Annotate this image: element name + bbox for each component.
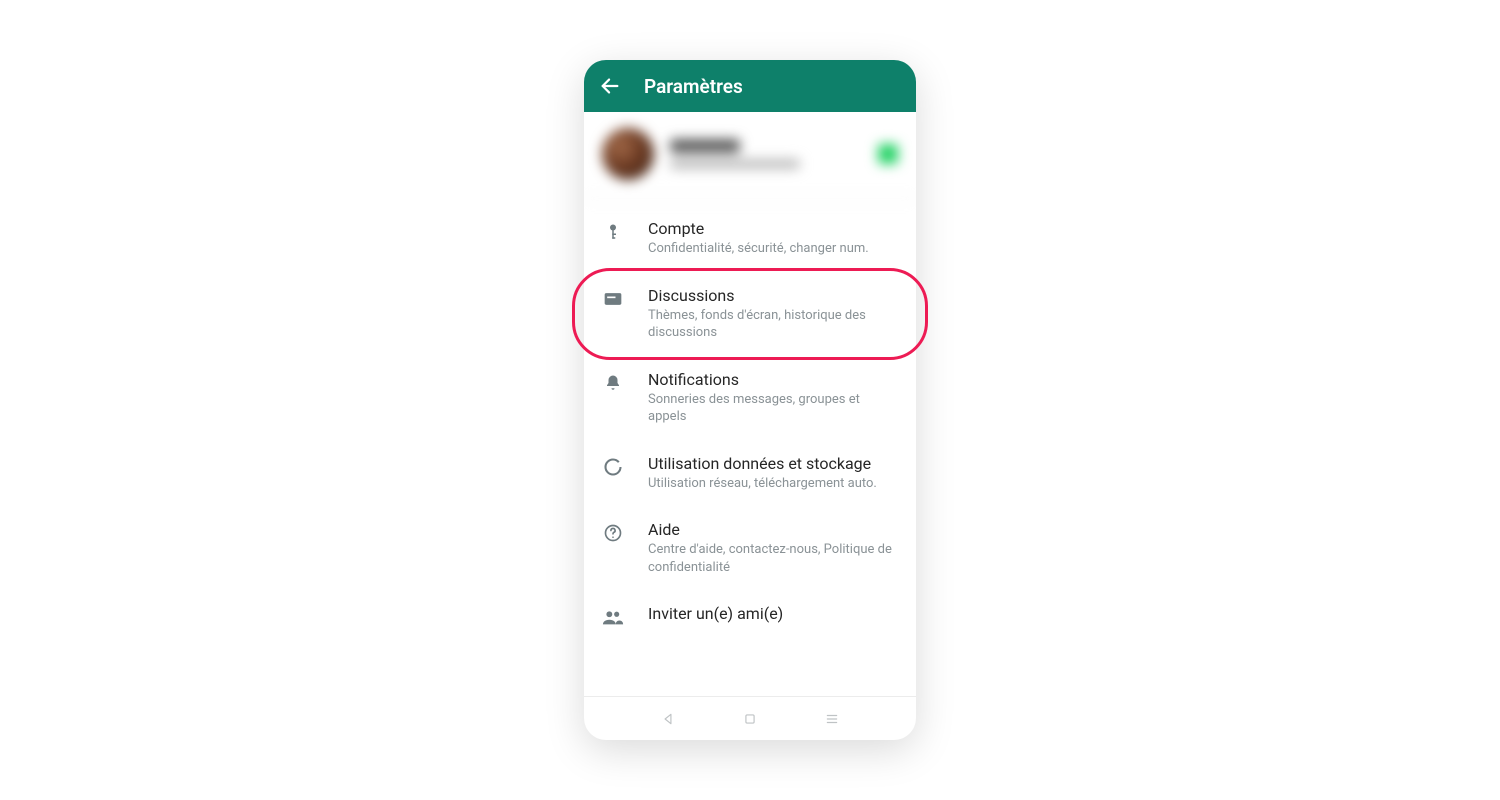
avatar	[602, 128, 654, 180]
profile-row[interactable]	[584, 112, 916, 199]
settings-item-account[interactable]: Compte Confidentialité, sécurité, change…	[584, 205, 916, 272]
people-icon	[602, 606, 624, 628]
settings-item-storage[interactable]: Utilisation données et stockage Utilisat…	[584, 440, 916, 507]
settings-item-title: Compte	[648, 219, 898, 238]
qr-code-icon[interactable]	[878, 144, 898, 164]
settings-item-title: Inviter un(e) ami(e)	[648, 604, 898, 623]
nav-recents-button[interactable]	[823, 710, 841, 728]
profile-text	[670, 139, 862, 169]
settings-item-invite[interactable]: Inviter un(e) ami(e)	[584, 590, 916, 642]
phone-frame: Paramètres Compte Confidentialité, sécur…	[584, 60, 916, 740]
profile-name-blurred	[670, 139, 740, 153]
bell-icon	[602, 372, 624, 394]
settings-item-subtitle: Confidentialité, sécurité, changer num.	[648, 240, 898, 258]
page-title: Paramètres	[644, 75, 743, 98]
android-nav-bar	[584, 696, 916, 740]
chat-icon	[602, 288, 624, 310]
key-icon	[602, 221, 624, 243]
nav-home-button[interactable]	[741, 710, 759, 728]
profile-status-blurred	[670, 159, 800, 169]
back-button[interactable]	[598, 74, 622, 98]
app-bar: Paramètres	[584, 60, 916, 112]
settings-item-help[interactable]: Aide Centre d'aide, contactez-nous, Poli…	[584, 506, 916, 590]
help-icon	[602, 522, 624, 544]
settings-item-subtitle: Utilisation réseau, téléchargement auto.	[648, 475, 898, 493]
settings-item-notifications[interactable]: Notifications Sonneries des messages, gr…	[584, 356, 916, 440]
data-usage-icon	[602, 456, 624, 478]
settings-item-title: Notifications	[648, 370, 898, 389]
settings-item-title: Utilisation données et stockage	[648, 454, 898, 473]
settings-item-title: Discussions	[648, 286, 898, 305]
triangle-back-icon	[661, 712, 675, 726]
settings-item-subtitle: Centre d'aide, contactez-nous, Politique…	[648, 541, 898, 576]
settings-item-chats[interactable]: Discussions Thèmes, fonds d'écran, histo…	[584, 272, 916, 356]
settings-item-subtitle: Thèmes, fonds d'écran, historique des di…	[648, 307, 898, 342]
menu-recents-icon	[824, 712, 840, 726]
settings-list: Compte Confidentialité, sécurité, change…	[584, 199, 916, 696]
arrow-left-icon	[599, 75, 621, 97]
settings-item-title: Aide	[648, 520, 898, 539]
square-home-icon	[743, 712, 757, 726]
settings-item-subtitle: Sonneries des messages, groupes et appel…	[648, 391, 898, 426]
nav-back-button[interactable]	[659, 710, 677, 728]
